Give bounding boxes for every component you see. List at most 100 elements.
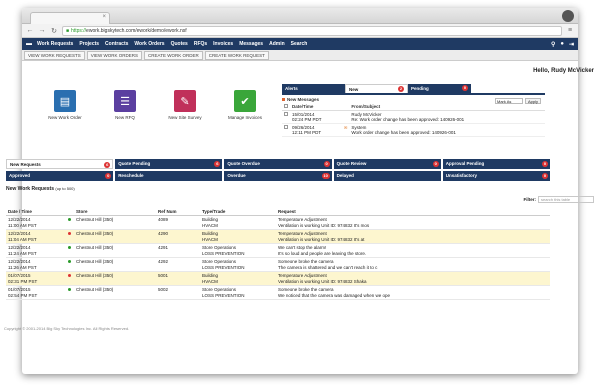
- trade-text: LOSS PREVENTION: [202, 292, 245, 298]
- url-field[interactable]: ■ https:// ework.bigskytech.com/ework/de…: [62, 25, 562, 36]
- check-icon: ✔: [234, 90, 256, 112]
- column-header[interactable]: Ref Num: [156, 208, 200, 216]
- ref-num-cell[interactable]: 4089: [156, 215, 200, 230]
- select-all-checkbox[interactable]: [284, 104, 288, 108]
- nav-work-orders[interactable]: Work Orders: [134, 41, 164, 47]
- nav-rfqs[interactable]: RFQs: [194, 41, 207, 47]
- table-row[interactable]: 01/07/2015 02:31 PM PST Chestnut Hill (350…: [6, 271, 550, 286]
- column-header[interactable]: Request: [276, 208, 550, 216]
- mark-as-select[interactable]: Mark As: [494, 98, 523, 104]
- table-row[interactable]: 12/22/2014 11:04 AM PST Chestnut Hill (350…: [6, 229, 550, 244]
- work-requests-table: Date / Time Store Ref Num Type/Trade Req…: [6, 208, 550, 300]
- table-row[interactable]: 01/07/2015 02:54 PM PST Chestnut Hill (350…: [6, 285, 550, 300]
- column-header[interactable]: From/Subject: [349, 103, 545, 111]
- table-row[interactable]: 12/22/2014 11:24 AM PST Chestnut Hill (350…: [6, 243, 550, 258]
- count-badge: 0: [323, 161, 330, 167]
- filter-input[interactable]: search this table: [538, 196, 594, 203]
- tile-quote-review[interactable]: Quote Review 0: [333, 159, 441, 169]
- nav-projects[interactable]: Projects: [79, 41, 99, 47]
- new-rfq-shortcut[interactable]: ☰ New RFQ: [100, 90, 150, 120]
- column-header[interactable]: Type/Trade: [200, 208, 276, 216]
- nav-invoices[interactable]: Invoices: [213, 41, 233, 47]
- row-checkbox[interactable]: [284, 112, 288, 116]
- forward-icon[interactable]: →: [38, 27, 46, 34]
- column-header[interactable]: Date/Time: [290, 103, 342, 111]
- count-badge: 0: [462, 85, 468, 91]
- tile-quote-pending[interactable]: Quote Pending 6: [115, 159, 223, 169]
- sub-nav: VIEW WORK REQUESTS VIEW WORK ORDERS CREA…: [22, 50, 578, 61]
- manage-invoices-shortcut[interactable]: ✔ Manage Invoices: [220, 90, 270, 120]
- request-time: 11:04 AM PST: [8, 236, 37, 242]
- trade-text: HVACM: [202, 278, 218, 284]
- column-header[interactable]: Date / Time: [6, 208, 66, 216]
- nav-quotes[interactable]: Quotes: [171, 41, 188, 47]
- view-work-requests-button[interactable]: VIEW WORK REQUESTS: [24, 50, 85, 60]
- browser-tab[interactable]: ×: [30, 12, 110, 24]
- store-cell: Chestnut Hill (350): [74, 271, 156, 286]
- profile-avatar[interactable]: [562, 10, 574, 22]
- logout-icon[interactable]: ⇥: [569, 41, 574, 48]
- ref-num-cell[interactable]: 4292: [156, 257, 200, 272]
- work-requests-body: 12/22/2014 11:00 AM PST Chestnut Hill (350…: [6, 215, 550, 300]
- ref-num-cell[interactable]: 5001: [156, 271, 200, 286]
- apply-button[interactable]: Apply: [524, 98, 541, 104]
- nav-contracts[interactable]: Contracts: [105, 41, 128, 47]
- shortcut-label: Manage Invoices: [227, 115, 263, 120]
- home-icon[interactable]: ▬: [26, 41, 34, 47]
- user-icon[interactable]: ●: [560, 41, 564, 48]
- status-dot-icon: [68, 260, 71, 263]
- new-work-order-shortcut[interactable]: ▤ New Work Order: [40, 90, 90, 120]
- new-site-survey-shortcut[interactable]: ✎ New Site Survey: [160, 90, 210, 120]
- trade-text: LOSS PREVENTION: [202, 264, 245, 270]
- create-work-order-button[interactable]: CREATE WORK ORDER: [144, 50, 203, 60]
- nav-admin[interactable]: Admin: [269, 41, 285, 47]
- menu-icon[interactable]: ≡: [566, 27, 574, 34]
- message-subject[interactable]: Re: Work order change has been approved:…: [351, 117, 543, 122]
- nav-messages[interactable]: Messages: [239, 41, 263, 47]
- tab-alerts[interactable]: Alerts: [282, 84, 345, 93]
- tile-quote-overdue[interactable]: Quote Overdue 0: [224, 159, 332, 169]
- ref-num-cell[interactable]: 4290: [156, 229, 200, 244]
- tile-new-requests[interactable]: New Requests 6: [6, 159, 114, 169]
- shortcut-label: New RFQ: [115, 115, 135, 120]
- view-work-orders-button[interactable]: VIEW WORK ORDERS: [86, 50, 143, 60]
- tab-pending[interactable]: Pending 0: [408, 84, 471, 93]
- search-icon[interactable]: ⚲: [551, 41, 555, 48]
- tile-delayed[interactable]: Delayed: [333, 171, 441, 181]
- request-detail: Ventilation is working Unit ID: 974832 S…: [278, 278, 367, 284]
- table-row[interactable]: 12/22/2014 11:00 AM PST Chestnut Hill (350…: [6, 215, 550, 230]
- tab-new[interactable]: New 2: [345, 84, 408, 93]
- create-work-request-button[interactable]: CREATE WORK REQUEST: [204, 50, 269, 60]
- document-icon: ▤: [54, 90, 76, 112]
- nav-search[interactable]: Search: [291, 41, 308, 47]
- edit-icon: ✎: [174, 90, 196, 112]
- tile-label: Approval Pending: [445, 161, 485, 166]
- trade-text: HVACM: [202, 236, 218, 242]
- message-row[interactable]: 15/01/2014 02:24 PM PDT Rudy McVicker Re: …: [282, 110, 545, 124]
- request-time: 02:31 PM PST: [8, 278, 38, 284]
- status-dot-icon: [68, 218, 71, 221]
- tile-approved[interactable]: Approved 0: [6, 171, 114, 181]
- messages-panel: Alerts New 2 Pending 0 New Messages Mark…: [282, 84, 545, 148]
- messages-body: New Messages Mark As Apply Date/Time Fro…: [282, 93, 545, 137]
- message-row[interactable]: 09/26/2014 12:11 PM PDT ✉ System Work orde…: [282, 123, 545, 137]
- tile-unsatisfactory[interactable]: Unsatisfactory 0: [442, 171, 550, 181]
- store-cell: Chestnut Hill (350): [74, 257, 156, 272]
- tile-approval-pending[interactable]: Approval Pending 0: [442, 159, 550, 169]
- nav-work-requests[interactable]: Work Requests: [37, 41, 73, 47]
- message-subject[interactable]: Work order change has been approved: 140…: [351, 130, 543, 135]
- back-icon[interactable]: ←: [26, 27, 34, 34]
- address-bar: ← → ↻ ■ https:// ework.bigskytech.com/ew…: [22, 24, 578, 38]
- request-detail: Ventilation is working Unit ID: 974832 I…: [278, 222, 370, 228]
- count-badge: 0: [105, 173, 112, 179]
- column-header[interactable]: Store: [74, 208, 156, 216]
- reload-icon[interactable]: ↻: [50, 27, 58, 35]
- tile-overdue[interactable]: Overdue 10: [224, 171, 332, 181]
- table-row[interactable]: 12/22/2014 11:26 AM PST Chestnut Hill (350…: [6, 257, 550, 272]
- browser-window: × ← → ↻ ■ https:// ework.bigskytech.com/…: [22, 8, 578, 374]
- row-checkbox[interactable]: [284, 125, 288, 129]
- ref-num-cell[interactable]: 5002: [156, 285, 200, 300]
- close-icon[interactable]: ×: [102, 14, 106, 20]
- tile-reschedule[interactable]: Reschedule: [115, 171, 223, 181]
- ref-num-cell[interactable]: 4291: [156, 243, 200, 258]
